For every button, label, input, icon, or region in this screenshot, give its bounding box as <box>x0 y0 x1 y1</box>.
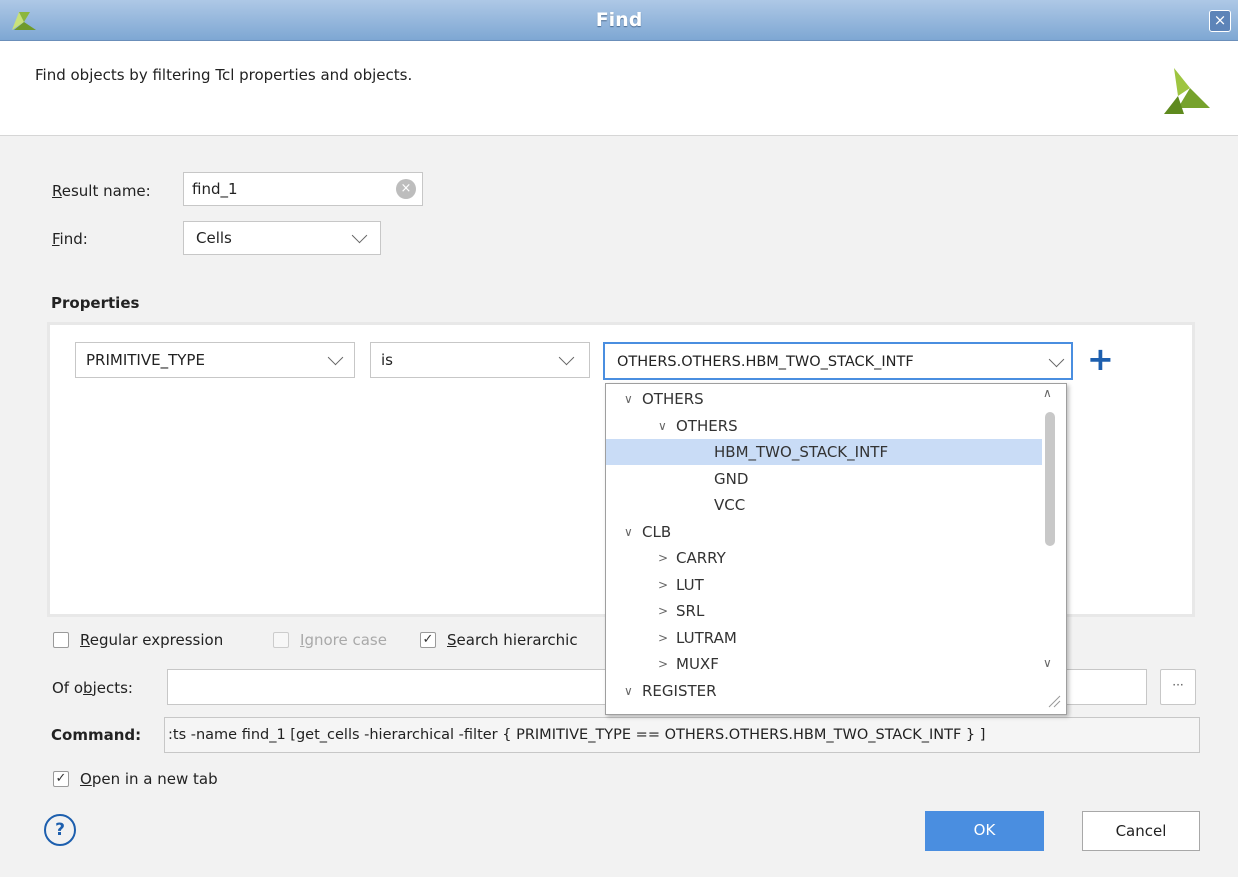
help-icon[interactable]: ? <box>44 814 76 846</box>
chevron-down-icon[interactable]: ∨ <box>624 519 633 545</box>
dropdown-scrollbar[interactable]: ∧ ∨ <box>1040 386 1060 686</box>
find-select-value: Cells <box>196 229 232 247</box>
dropdown-item[interactable]: ∨ CLB <box>606 519 1042 545</box>
dropdown-item[interactable]: VCC <box>606 492 1042 518</box>
chevron-right-icon[interactable]: > <box>658 625 668 651</box>
dropdown-item[interactable]: HBM_TWO_STACK_INTF <box>606 439 1042 465</box>
operator-select[interactable]: is <box>370 342 590 378</box>
dropdown-item[interactable]: > CARRY <box>606 545 1042 571</box>
dropdown-item[interactable]: > LUTRAM <box>606 625 1042 651</box>
dropdown-item-label: REGISTER <box>642 681 717 700</box>
ignore-case-label: Ignore case <box>300 631 387 649</box>
scroll-up-icon[interactable]: ∧ <box>1043 386 1052 400</box>
chevron-right-icon[interactable]: > <box>658 545 668 571</box>
dropdown-item[interactable]: ∨ REGISTER <box>606 678 1042 704</box>
browse-button[interactable]: ··· <box>1160 669 1196 705</box>
result-name-label: Result name: <box>52 182 151 200</box>
of-objects-label: Of objects: <box>52 679 133 697</box>
dropdown-item-label: OTHERS <box>642 390 704 408</box>
find-label: Find: <box>52 230 88 248</box>
chevron-down-icon[interactable]: ∨ <box>624 386 633 412</box>
property-select-value: PRIMITIVE_TYPE <box>86 351 205 369</box>
properties-heading: Properties <box>51 294 140 312</box>
dropdown-item-label: CARRY <box>676 549 726 567</box>
header-description: Find objects by filtering Tcl properties… <box>35 66 413 84</box>
scroll-thumb[interactable] <box>1045 412 1055 546</box>
dropdown-item[interactable]: > SRL <box>606 598 1042 624</box>
chevron-down-icon <box>327 349 344 366</box>
dropdown-item-label: VCC <box>714 496 746 514</box>
chevron-down-icon <box>1048 351 1065 368</box>
result-name-value: find_1 <box>192 180 238 198</box>
dropdown-item-label: OTHERS <box>676 416 738 435</box>
close-icon[interactable]: × <box>1209 10 1231 32</box>
ignore-case-checkbox[interactable] <box>273 632 289 648</box>
dropdown-item[interactable]: ∨ OTHERS <box>606 413 1042 439</box>
command-value: :ts -name find_1 [get_cells -hierarchica… <box>168 727 986 743</box>
dropdown-item-label: LUT <box>676 575 704 594</box>
chevron-right-icon[interactable]: > <box>658 651 668 677</box>
dropdown-item-label: SRL <box>676 602 705 620</box>
chevron-down-icon <box>351 227 368 244</box>
command-label: Command: <box>51 726 142 744</box>
dropdown-item[interactable]: GND <box>606 466 1042 492</box>
dialog-header <box>0 41 1238 136</box>
property-select[interactable]: PRIMITIVE_TYPE <box>75 342 355 378</box>
resize-grip-icon[interactable] <box>1045 692 1061 708</box>
ok-button[interactable]: OK <box>925 811 1044 851</box>
value-select-value: OTHERS.OTHERS.HBM_TWO_STACK_INTF <box>617 354 914 370</box>
dropdown-item-label: MUXF <box>676 655 719 673</box>
search-hier-label[interactable]: Search hierarchic <box>447 631 578 649</box>
open-new-tab-label[interactable]: Open in a new tab <box>80 770 218 788</box>
dropdown-item[interactable]: > MUXF <box>606 651 1042 677</box>
result-name-input[interactable]: find_1 × <box>183 172 423 206</box>
search-hier-checkbox[interactable]: ✓ <box>420 632 436 648</box>
xilinx-logo-icon <box>1164 68 1210 114</box>
open-new-tab-checkbox[interactable]: ✓ <box>53 771 69 787</box>
clear-icon[interactable]: × <box>396 179 416 199</box>
find-select[interactable]: Cells <box>183 221 381 255</box>
value-dropdown-list[interactable]: ∨ OTHERS ∨ OTHERS HBM_TWO_STACK_INTF GND VCC ∨ C… <box>605 383 1067 715</box>
value-select[interactable]: OTHERS.OTHERS.HBM_TWO_STACK_INTF <box>603 342 1073 380</box>
chevron-down-icon[interactable]: ∨ <box>658 413 667 439</box>
scroll-down-icon[interactable]: ∨ <box>1043 656 1052 670</box>
dropdown-item-label: CLB <box>642 522 672 541</box>
cancel-button[interactable]: Cancel <box>1082 811 1200 851</box>
regex-checkbox[interactable] <box>53 632 69 648</box>
window-title: Find <box>595 9 643 31</box>
chevron-down-icon <box>558 349 575 366</box>
chevron-right-icon[interactable]: > <box>658 598 668 624</box>
dropdown-item-label: LUTRAM <box>676 628 737 647</box>
dropdown-item-label: HBM_TWO_STACK_INTF <box>714 443 889 461</box>
chevron-down-icon[interactable]: ∨ <box>624 678 633 704</box>
dropdown-item[interactable]: > LUT <box>606 572 1042 598</box>
dropdown-item-label: GND <box>714 469 749 488</box>
chevron-right-icon[interactable]: > <box>658 572 668 598</box>
dropdown-item[interactable]: ∨ OTHERS <box>606 386 1042 412</box>
add-property-icon[interactable]: + <box>1087 340 1114 378</box>
operator-select-value: is <box>381 351 393 369</box>
command-field: :ts -name find_1 [get_cells -hierarchica… <box>164 717 1200 753</box>
regex-label[interactable]: Regular expression <box>80 631 223 649</box>
